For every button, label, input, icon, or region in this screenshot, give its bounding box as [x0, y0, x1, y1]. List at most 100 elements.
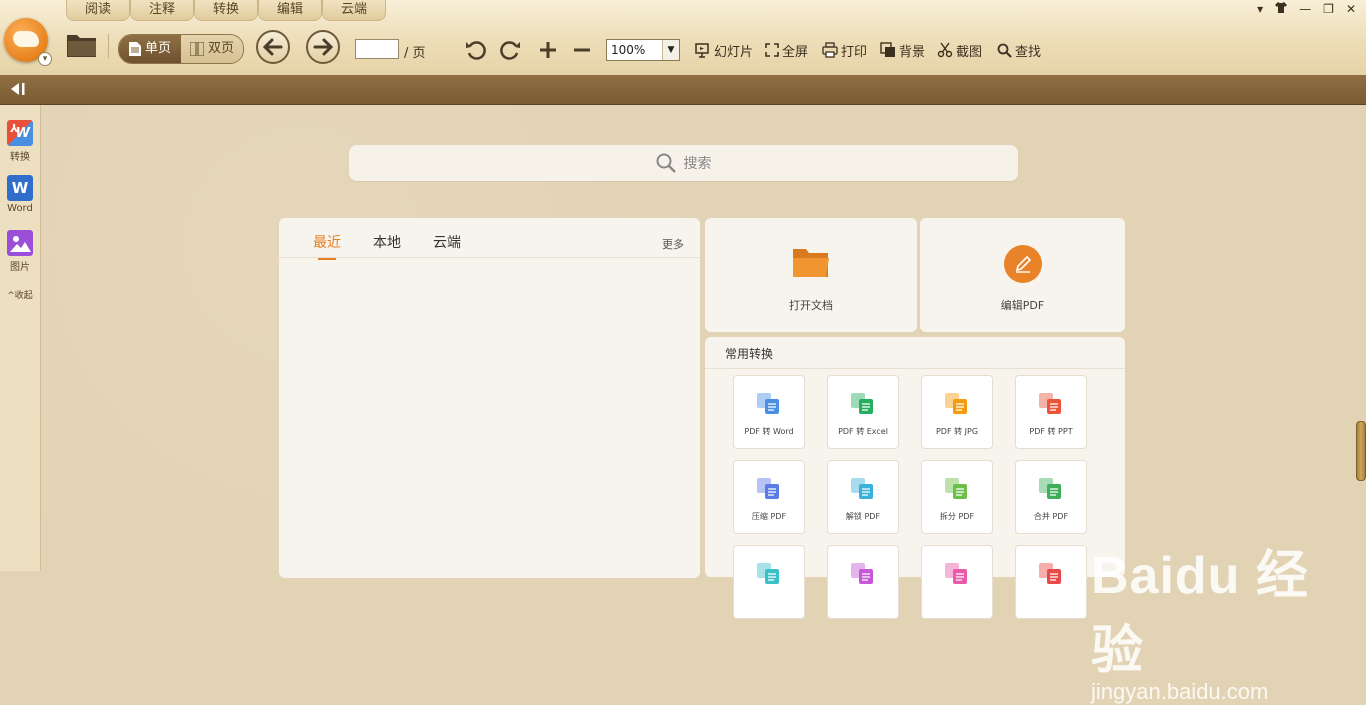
- slideshow-button[interactable]: 幻灯片: [695, 41, 754, 60]
- zoom-out-button[interactable]: [572, 40, 592, 63]
- conversion-card[interactable]: 拆分 PDF: [921, 460, 993, 534]
- left-sidebar: W ⅄ 转换 W Word 图片 ^收起: [0, 105, 41, 571]
- edit-pdf-button[interactable]: 编辑PDF: [920, 218, 1125, 332]
- sidebar-item-image[interactable]: 图片: [0, 230, 40, 273]
- conversion-label: 拆分 PDF: [939, 512, 975, 521]
- arrow-right-icon: [313, 38, 334, 56]
- tab-annotate[interactable]: 注释: [130, 0, 194, 21]
- tab-local[interactable]: 本地: [373, 232, 401, 258]
- chevron-up-icon: ^: [7, 291, 15, 301]
- tab-cloud-files[interactable]: 云端: [433, 232, 461, 258]
- fullscreen-button[interactable]: 全屏: [765, 41, 809, 60]
- rotate-left-button[interactable]: [464, 38, 488, 65]
- conversion-label: 解锁 PDF: [845, 512, 881, 521]
- fullscreen-label: 全屏: [782, 44, 809, 60]
- mascot-icon: [13, 31, 39, 47]
- rotate-right-button[interactable]: [498, 38, 522, 65]
- conversion-card[interactable]: 压缩 PDF: [733, 460, 805, 534]
- arrow-left-icon: [262, 38, 283, 56]
- window-controls: ▾ — ❐ ✕: [1257, 2, 1356, 16]
- more-link[interactable]: 更多: [662, 236, 684, 252]
- search-placeholder: 搜索: [683, 156, 712, 172]
- open-folder-button[interactable]: [66, 32, 98, 58]
- watermark-logo: Baidu 经验: [1091, 547, 1309, 680]
- conversion-icon: [945, 478, 967, 499]
- conversion-card[interactable]: [733, 545, 805, 619]
- menu-dropdown-icon[interactable]: ▾: [1257, 2, 1263, 16]
- tab-convert[interactable]: 转换: [194, 0, 258, 21]
- double-page-label: 双页: [207, 41, 234, 56]
- conversion-icon: [757, 563, 779, 584]
- watermark: Baidu 经验 jingyan.baidu.com: [1091, 533, 1351, 705]
- conversion-card[interactable]: [921, 545, 993, 619]
- image-icon: [7, 230, 33, 256]
- tab-edit[interactable]: 编辑: [258, 0, 322, 21]
- close-icon[interactable]: ✕: [1346, 2, 1356, 16]
- recent-tabs: 最近 本地 云端: [313, 232, 461, 260]
- conversion-label: PDF 转 JPG: [935, 427, 979, 436]
- conversion-card[interactable]: 解锁 PDF: [827, 460, 899, 534]
- print-button[interactable]: 打印: [822, 41, 867, 60]
- conversion-icon: [1039, 393, 1061, 414]
- search-icon: [656, 153, 676, 173]
- chevron-down-icon[interactable]: ▼: [662, 40, 679, 60]
- collapse-sidebar-button[interactable]: [10, 82, 26, 100]
- conversion-icon: [851, 393, 873, 414]
- sidebar-collapse-button[interactable]: ^收起: [0, 288, 40, 301]
- single-page-label: 单页: [144, 41, 171, 56]
- background-button[interactable]: 背景: [880, 41, 926, 60]
- sidebar-item-word[interactable]: W Word: [0, 175, 40, 214]
- conversion-card[interactable]: PDF 转 JPG: [921, 375, 993, 449]
- home-panel: 搜索 最近 本地 云端 更多 打开文档 编辑PDF 常用转换 PDF 转 Wor…: [41, 105, 1351, 704]
- tab-read[interactable]: 阅读: [66, 0, 130, 21]
- fullscreen-icon: [765, 43, 779, 57]
- single-page-button[interactable]: 单页: [119, 35, 181, 63]
- conversion-label: 压缩 PDF: [751, 512, 787, 521]
- collapse-label: 收起: [14, 291, 33, 301]
- conversion-label: 合并 PDF: [1033, 512, 1069, 521]
- previous-page-button[interactable]: [256, 30, 290, 64]
- next-page-button[interactable]: [306, 30, 340, 64]
- page-number-input[interactable]: [355, 39, 399, 59]
- zoom-value: 100%: [611, 43, 646, 57]
- conversion-card[interactable]: PDF 转 Word: [733, 375, 805, 449]
- top-toolbar: ▾ 阅读 注释 转换 编辑 云端 ▾ — ❐ ✕ 单页 双页 / 页 100% …: [0, 0, 1366, 76]
- conversion-card[interactable]: 合并 PDF: [1015, 460, 1087, 534]
- sidebar-item-label: 转换: [10, 152, 30, 163]
- zoom-select[interactable]: 100% ▼: [606, 39, 680, 61]
- conversion-card[interactable]: [827, 545, 899, 619]
- conversion-card[interactable]: PDF 转 Excel: [827, 375, 899, 449]
- chevron-down-icon[interactable]: ▾: [38, 52, 52, 66]
- scrollbar-thumb[interactable]: [1356, 421, 1366, 481]
- find-button[interactable]: 查找: [997, 41, 1042, 60]
- search-input[interactable]: 搜索: [349, 145, 1018, 181]
- tab-cloud[interactable]: 云端: [322, 0, 386, 21]
- open-document-label: 打开文档: [789, 299, 833, 312]
- minimize-icon[interactable]: —: [1299, 2, 1311, 16]
- zoom-in-button[interactable]: [538, 40, 558, 63]
- open-document-button[interactable]: 打开文档: [705, 218, 917, 332]
- screenshot-button[interactable]: 截图: [937, 41, 982, 60]
- slideshow-icon: [695, 43, 709, 58]
- search-icon: [997, 43, 1012, 58]
- find-label: 查找: [1015, 44, 1042, 60]
- divider: [108, 34, 109, 58]
- background-label: 背景: [899, 44, 926, 60]
- double-page-button[interactable]: 双页: [181, 35, 243, 63]
- app-logo[interactable]: ▾: [4, 18, 52, 66]
- sidebar-item-label: 图片: [10, 262, 30, 273]
- slideshow-label: 幻灯片: [714, 44, 754, 60]
- conversion-card[interactable]: [1015, 545, 1087, 619]
- sidebar-item-convert[interactable]: W ⅄ 转换: [0, 120, 40, 163]
- skin-icon[interactable]: [1275, 2, 1288, 16]
- page-mode-toggle: 单页 双页: [118, 34, 244, 64]
- word-icon: W: [7, 175, 33, 201]
- conversion-label: PDF 转 Word: [744, 427, 794, 436]
- restore-icon[interactable]: ❐: [1323, 2, 1334, 16]
- conversion-icon: [757, 393, 779, 414]
- tab-recent[interactable]: 最近: [313, 232, 341, 260]
- conversions-title: 常用转换: [725, 347, 774, 361]
- conversion-icon: [851, 563, 873, 584]
- conversion-icon: [851, 478, 873, 499]
- conversion-card[interactable]: PDF 转 PPT: [1015, 375, 1087, 449]
